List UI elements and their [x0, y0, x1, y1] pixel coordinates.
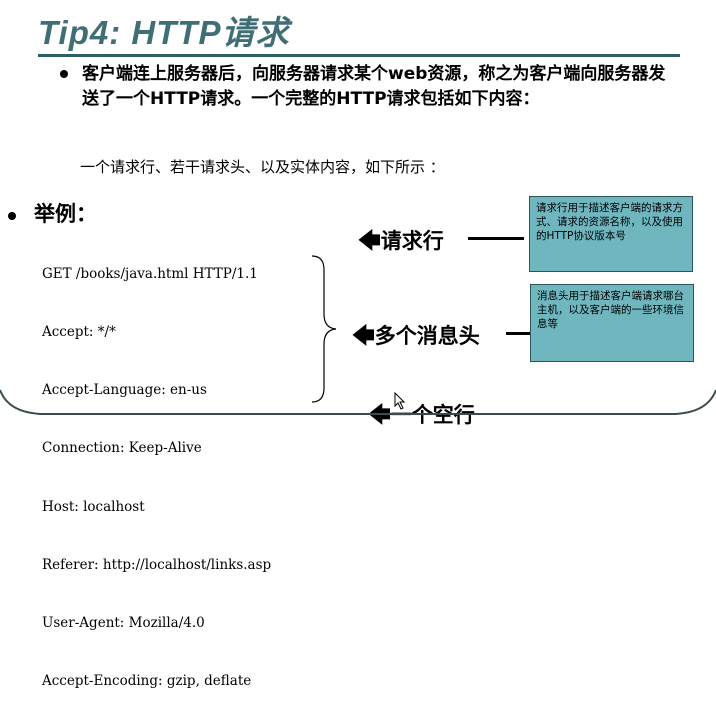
subtext: 一个请求行、若干请求头、以及实体内容，如下所示 ： [80, 158, 445, 176]
headers-brace [311, 255, 337, 403]
headers-connector [506, 332, 530, 335]
code-line: Accept-Encoding: gzip, deflate [42, 673, 252, 690]
request-line-label: 🡄请求行 [358, 229, 444, 254]
code-line: User-Agent: Mozilla/4.0 [42, 615, 205, 632]
example-heading: 举例： [34, 202, 97, 226]
code-line: GET /books/java.html HTTP/1.1 [42, 265, 258, 282]
example-bullet [8, 212, 16, 220]
headers-description: 消息头用于描述客户端请求哪台主机，以及客户端的一些环境信息等 [530, 284, 694, 362]
paragraph-bullet [60, 70, 68, 78]
code-line: Accept: */* [42, 324, 116, 341]
code-line: Referer: http://localhost/links.asp [42, 556, 272, 573]
intro-paragraph: 客户端连上服务器后，向服务器请求某个web资源，称之为客户端向服务器发送了一个H… [82, 64, 666, 109]
slide-title: Tip4: HTTP请求 [38, 14, 290, 51]
arrow-left-icon: 🡄 [352, 324, 375, 349]
code-line: Host: localhost [42, 498, 145, 515]
http-request-example: GET /books/java.html HTTP/1.1 Accept: */… [42, 226, 271, 711]
headers-label: 🡄多个消息头 [352, 324, 480, 349]
code-line: Connection: Keep-Alive [42, 440, 202, 457]
request-line-description: 请求行用于描述客户端的请求方式、请求的资源名称，以及使用的HTTP协议版本号 [529, 196, 693, 272]
slide-border-curve [0, 389, 716, 415]
request-line-connector [468, 237, 524, 240]
arrow-left-icon: 🡄 [358, 229, 381, 254]
title-underline [38, 54, 680, 57]
